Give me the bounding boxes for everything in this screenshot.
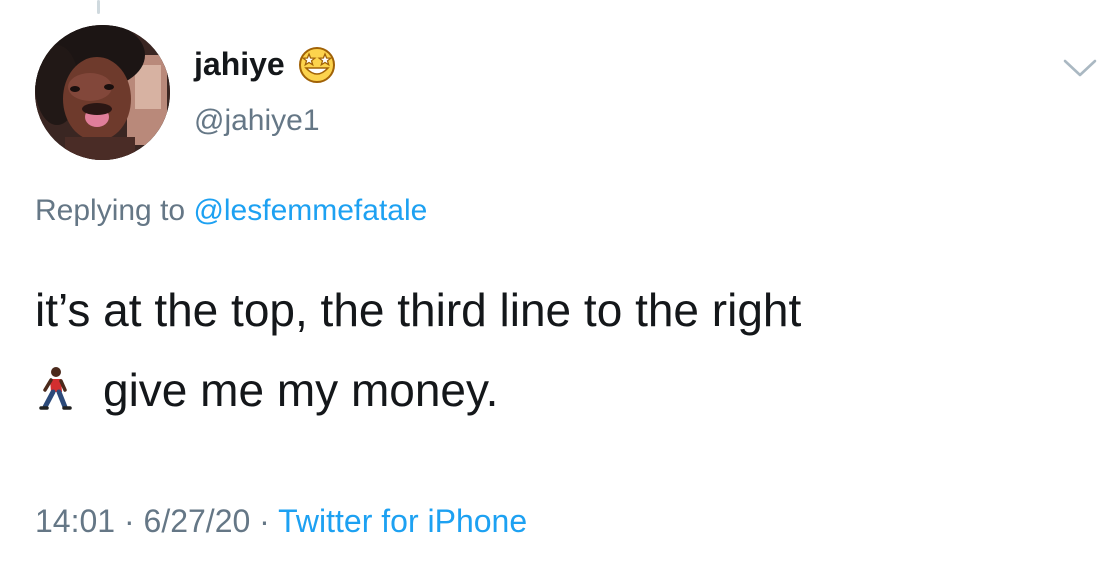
tweet-text-line-2: give me my money.	[103, 364, 499, 416]
meta-separator-1: ·	[123, 503, 135, 539]
avatar[interactable]	[35, 25, 170, 160]
tweet-metadata: 14:01 · 6/27/20 · Twitter for iPhone	[35, 503, 527, 540]
tweet-text-line-1: it’s at the top, the third line to the r…	[35, 284, 802, 336]
replying-to-line: Replying to @lesfemmefatale	[35, 194, 427, 228]
star-struck-emoji-icon	[297, 44, 337, 84]
author-handle[interactable]: @jahiye1	[194, 104, 320, 138]
tweet-date[interactable]: 6/27/20	[144, 503, 251, 539]
author-display-name[interactable]: jahiye	[194, 44, 337, 84]
tweet-text-line-2-wrapper: give me my money.	[35, 350, 1095, 430]
tweet-source-link[interactable]: Twitter for iPhone	[278, 503, 527, 539]
replying-prefix: Replying to	[35, 194, 186, 227]
display-name-text: jahiye	[194, 45, 285, 82]
meta-separator-2: ·	[259, 503, 270, 539]
thread-connector-line	[97, 0, 100, 14]
tweet-body: it’s at the top, the third line to the r…	[35, 270, 1095, 430]
tweet-time[interactable]: 14:01	[35, 503, 115, 539]
person-walking-emoji-icon	[35, 356, 75, 410]
chevron-down-icon[interactable]	[1062, 56, 1098, 80]
replying-to-mention-link[interactable]: @lesfemmefatale	[193, 194, 427, 227]
